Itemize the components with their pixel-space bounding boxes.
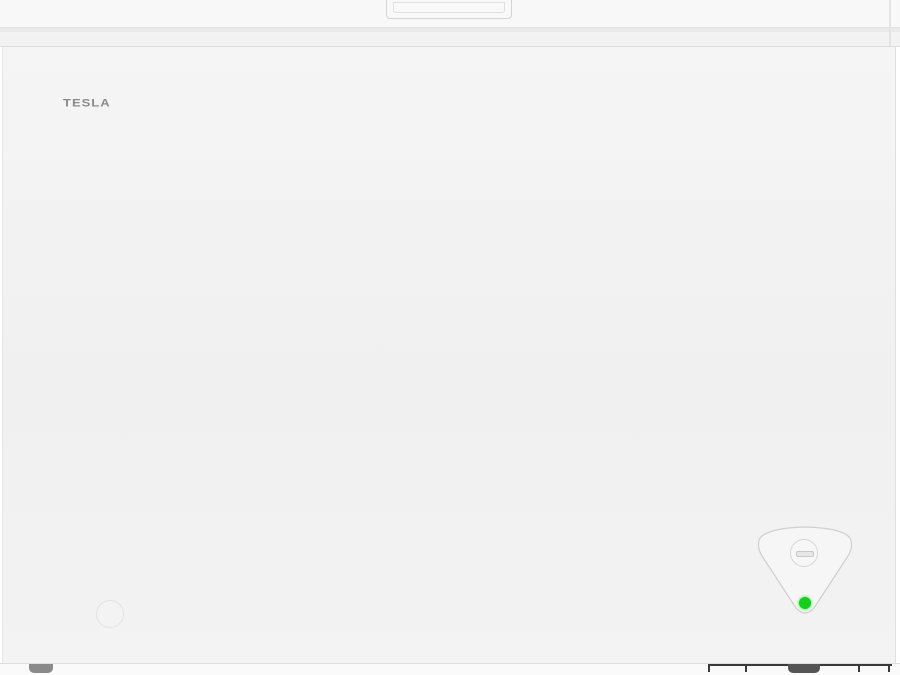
bracket-tick [708, 664, 710, 672]
bracket-tick [858, 664, 860, 672]
bracket-tick [888, 664, 890, 672]
lid-handle-recess [393, 2, 505, 13]
left-foot [29, 664, 53, 673]
freezer-scene: TESLA [0, 0, 900, 675]
lid-handle[interactable] [386, 0, 512, 19]
power-led-icon [799, 597, 811, 609]
thermostat-dial-icon[interactable] [790, 539, 818, 567]
bracket-tick [745, 664, 747, 672]
right-foot [788, 664, 820, 673]
freezer-lid [0, 0, 900, 47]
drain-plug-icon [96, 600, 124, 628]
lid-edge [889, 0, 891, 46]
lid-seam [0, 28, 900, 32]
brand-logo: TESLA [63, 96, 111, 109]
